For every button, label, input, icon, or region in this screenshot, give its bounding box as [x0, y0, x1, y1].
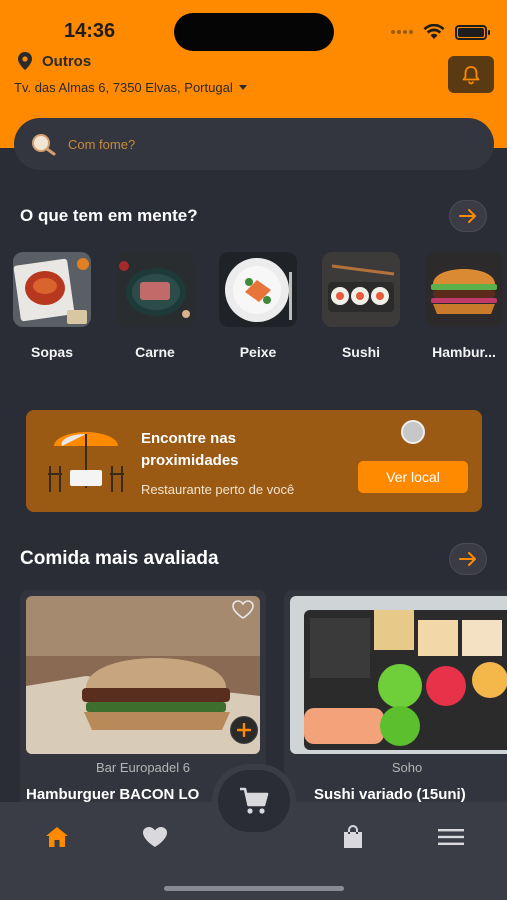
- meat-image: [116, 252, 194, 327]
- sushi-image: [322, 252, 400, 327]
- chevron-down-icon: [238, 85, 247, 90]
- top-rated-see-all-button[interactable]: [449, 543, 487, 575]
- bag-icon: [344, 825, 362, 848]
- address-text: Tv. das Almas 6, 7350 Elvas, Portugal: [14, 80, 233, 95]
- dynamic-island: [174, 13, 334, 51]
- status-icons: [391, 24, 490, 40]
- nav-menu[interactable]: [431, 822, 471, 852]
- category-label: Sopas: [30, 344, 73, 360]
- location-pin-icon: [18, 52, 32, 70]
- category-label: Sushi: [341, 344, 381, 360]
- location-selector[interactable]: Outros: [18, 52, 91, 70]
- category-label: Hambur...: [432, 344, 496, 360]
- soup-image: [13, 252, 91, 327]
- heart-icon: [143, 827, 167, 847]
- cart-icon: [240, 787, 269, 814]
- top-rated-title: Comida mais avaliada: [20, 548, 219, 569]
- restaurant-logo-icon: [401, 420, 425, 444]
- arrow-right-icon: [459, 552, 476, 566]
- store-name: Soho: [391, 760, 423, 775]
- categories-title: O que tem em mente?: [20, 206, 198, 225]
- store-name: Bar Europadel 6: [96, 760, 190, 775]
- sushi-photo: [290, 596, 507, 754]
- category-item-carne[interactable]: Carne: [116, 252, 194, 360]
- wifi-icon: [423, 24, 445, 39]
- view-location-button[interactable]: Ver local: [358, 461, 468, 493]
- food-name: Sushi variado (15uni): [314, 786, 466, 803]
- banner-title: Encontre nas proximidades: [141, 430, 239, 469]
- heart-outline-icon[interactable]: [232, 600, 254, 620]
- nav-favorites[interactable]: [135, 822, 175, 852]
- category-item-peixe[interactable]: Peixe: [219, 252, 297, 360]
- home-indicator: [164, 886, 344, 891]
- cafe-table-icon: [48, 432, 124, 492]
- category-item-sushi[interactable]: Sushi: [322, 252, 400, 360]
- fish-image: [219, 252, 297, 327]
- category-item-hamburguer[interactable]: Hambur...: [425, 252, 503, 360]
- burger-photo: [26, 596, 260, 754]
- home-icon: [46, 827, 68, 847]
- food-card[interactable]: Soho Sushi variado (15uni): [284, 590, 507, 820]
- category-item-sopas[interactable]: Sopas: [13, 252, 91, 360]
- food-name: Hamburguer BACON LO: [26, 786, 200, 803]
- arrow-right-icon: [459, 209, 476, 223]
- category-label: Carne: [135, 344, 175, 360]
- burger-image: [425, 252, 503, 327]
- search-bar[interactable]: [14, 118, 494, 170]
- status-time: 14:36: [64, 20, 116, 42]
- categories-see-all-button[interactable]: [449, 200, 487, 232]
- signal-icon: [391, 30, 413, 34]
- notifications-button[interactable]: [448, 56, 494, 93]
- menu-icon: [438, 829, 464, 845]
- search-icon: [32, 134, 56, 156]
- nav-orders[interactable]: [333, 822, 373, 852]
- cart-button[interactable]: [218, 770, 290, 832]
- address-dropdown[interactable]: Tv. das Almas 6, 7350 Elvas, Portugal: [14, 80, 247, 95]
- banner-subtitle: Restaurante perto de você: [141, 482, 295, 497]
- category-label: Peixe: [239, 344, 277, 360]
- search-input[interactable]: [68, 136, 448, 152]
- nearby-banner: Encontre nas proximidades Restaurante pe…: [26, 410, 482, 512]
- add-to-cart-button[interactable]: [230, 716, 258, 744]
- location-label: Outros: [42, 52, 92, 70]
- bell-icon: [462, 65, 480, 84]
- battery-icon: [455, 24, 490, 40]
- plus-icon: [237, 723, 251, 737]
- nav-home[interactable]: [37, 822, 77, 852]
